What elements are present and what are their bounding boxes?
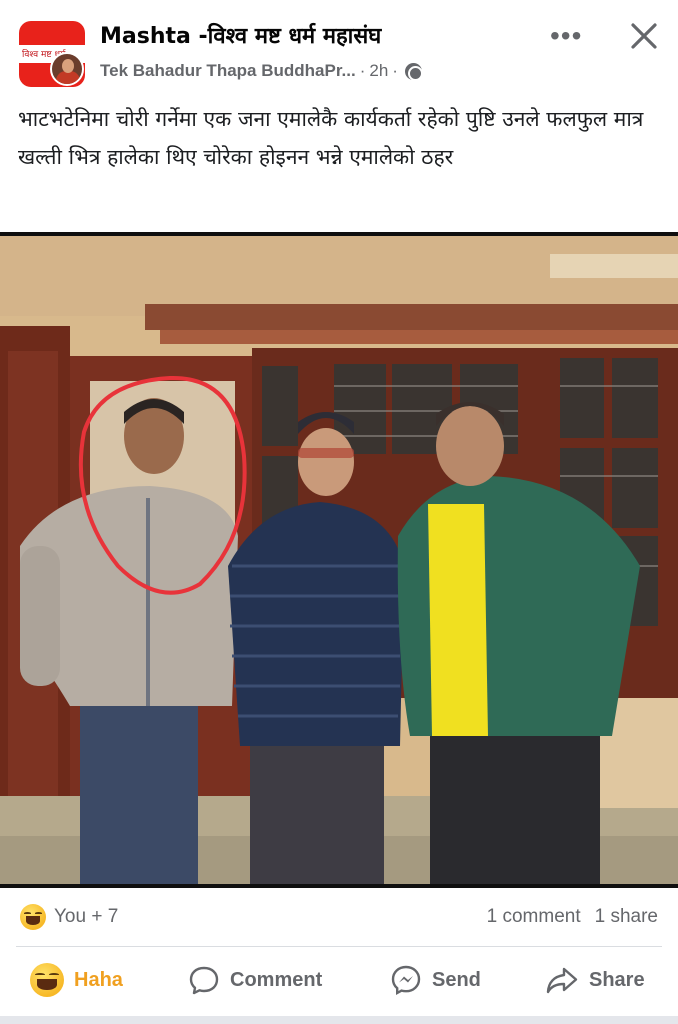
haha-emoji-icon[interactable]: [20, 904, 46, 930]
divider: [16, 946, 662, 947]
author-avatar-face: [62, 59, 74, 73]
share-arrow-icon: [546, 967, 578, 994]
haha-emoji-eye: [34, 973, 45, 976]
author-name-link[interactable]: Tek Bahadur Thapa BuddhaPr...: [100, 61, 356, 81]
haha-emoji-eye: [34, 911, 43, 915]
send-label: Send: [432, 968, 481, 991]
post-photo[interactable]: [0, 232, 678, 888]
haha-emoji-icon: [30, 963, 64, 997]
post-photo-illustration: [0, 236, 678, 884]
haha-reaction-button[interactable]: Haha: [30, 960, 123, 1000]
close-icon[interactable]: [626, 18, 662, 54]
author-avatar[interactable]: [50, 52, 84, 86]
author-avatar-robe: [56, 71, 80, 84]
haha-emoji-eye: [23, 911, 32, 915]
more-options-icon[interactable]: •••: [550, 22, 582, 50]
bottom-separator-bar: [0, 1016, 678, 1024]
globe-icon: [404, 62, 423, 81]
post-header: विश्व मष्ट धर्म Mashta -विश्व मष्ट धर्म …: [0, 0, 678, 96]
meta-separator-2: ·: [392, 61, 398, 80]
post-time[interactable]: 2h: [369, 61, 388, 81]
haha-emoji-mouth: [25, 916, 41, 925]
haha-label: Haha: [74, 968, 123, 991]
haha-emoji-mouth: [37, 979, 57, 991]
haha-emoji-eye: [49, 973, 60, 976]
action-bar: Haha Comment Send Share: [0, 950, 678, 1012]
comment-bubble-icon: [189, 966, 219, 995]
share-label: Share: [589, 968, 645, 991]
post-caption: भाटभटेनिमा चोरी गर्नेमा एक जना एमालेकै क…: [18, 107, 644, 169]
reaction-count[interactable]: You + 7: [54, 906, 118, 928]
comment-label: Comment: [230, 968, 323, 991]
messenger-icon: [391, 965, 421, 996]
comment-count[interactable]: 1 comment: [487, 906, 581, 928]
meta-separator: ·: [359, 61, 366, 80]
reaction-summary: You + 7 1 comment 1 share: [0, 890, 678, 946]
post-meta: Tek Bahadur Thapa BuddhaPr... · 2h ·: [100, 61, 423, 81]
share-button[interactable]: Share: [545, 960, 645, 1000]
share-count[interactable]: 1 share: [595, 906, 658, 928]
send-button[interactable]: Send: [390, 960, 481, 1000]
comment-button[interactable]: Comment: [188, 960, 322, 1000]
engagement-stats: 1 comment 1 share: [487, 906, 658, 928]
group-name-link[interactable]: Mashta -विश्व मष्ट धर्म महासंघ: [100, 20, 381, 50]
